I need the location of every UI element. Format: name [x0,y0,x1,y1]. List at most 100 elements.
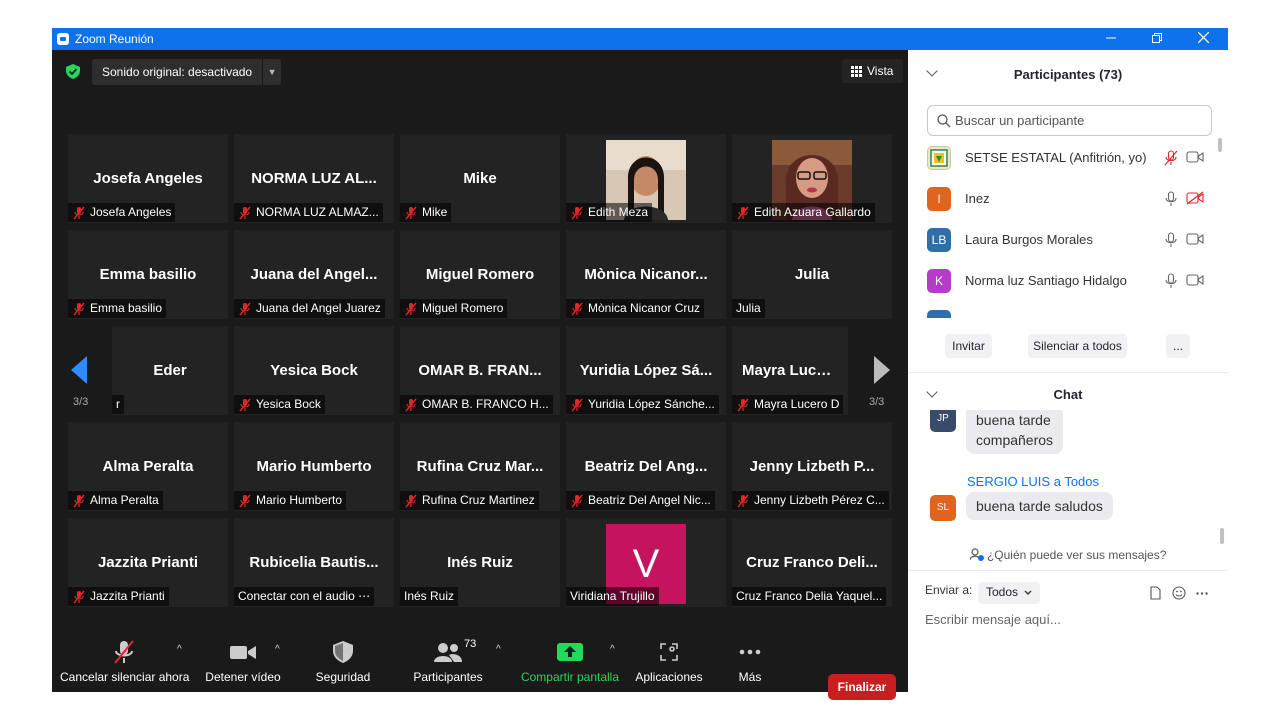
previous-page-arrow-icon[interactable] [71,356,89,384]
microphone-icon[interactable] [1164,273,1178,289]
participant-row[interactable]: SETSE ESTATAL (Anfitrión, yo) [908,138,1218,179]
participant-tile[interactable]: Yuridia López Sá... Yuridia López Sánche.… [566,326,726,415]
participant-display-name: Rufina Cruz Mar... [416,458,544,475]
participant-name-label: Viridiana Trujillo [570,589,655,603]
participant-row[interactable]: K Norma luz Santiago Hidalgo [908,261,1218,302]
view-button[interactable]: Vista [842,59,904,83]
chat-sender[interactable]: SERGIO LUIS [967,474,1050,489]
original-sound-label[interactable]: Sonido original: desactivado [92,59,264,85]
participant-tile[interactable]: V Viridiana Trujillo [566,518,726,607]
emoji-icon[interactable] [1172,586,1186,600]
close-button[interactable] [1180,28,1226,50]
participant-name-tag: Juana del Angel Juarez [234,299,385,318]
chat-scrollbar[interactable] [1220,528,1224,544]
microphone-muted-icon [114,640,134,664]
microphone-icon[interactable] [1164,232,1178,248]
participant-display-name: Mario Humberto [256,458,372,475]
participant-tile[interactable]: Jazzita Prianti Jazzita Prianti [68,518,228,607]
participant-tile[interactable]: Alma Peralta Alma Peralta [68,422,228,511]
participant-tile[interactable]: Rubicelia Bautis... Conectar con el audio… [234,518,394,607]
participant-tile[interactable]: Mayra Lucero Mayra Lucero D [732,326,848,415]
apps-button[interactable]: Aplicaciones [632,634,706,692]
participant-tile[interactable]: Mònica Nicanor... Mònica Nicanor Cruz [566,230,726,319]
minimize-button[interactable] [1088,28,1134,50]
video-camera-icon[interactable] [1186,150,1204,164]
microphone-icon[interactable] [1164,191,1178,207]
meeting-area: Sonido original: desactivado ▼ Vista Jos… [52,50,908,700]
participant-name: Laura Burgos Morales [965,232,1093,247]
participant-tile[interactable]: Edith Azuara Gallardo [732,134,892,223]
participant-tile[interactable]: Jenny Lizbeth P... Jenny Lizbeth Pérez C.… [732,422,892,511]
security-button[interactable]: Seguridad [306,634,380,692]
send-to-value: Todos [986,585,1019,599]
participant-tile[interactable]: Eder r [112,326,228,415]
participant-display-name: Juana del Angel... [250,266,378,283]
chat-message-input[interactable] [925,612,1215,627]
participant-tile[interactable]: Josefa Angeles Josefa Angeles [68,134,228,223]
avatar: LB [927,228,951,252]
participant-tile[interactable]: Juana del Angel... Juana del Angel Juarez [234,230,394,319]
chat-more-icon[interactable] [1196,592,1208,595]
end-meeting-button[interactable]: Finalizar [828,674,896,700]
participant-tile[interactable]: NORMA LUZ AL... NORMA LUZ ALMAZ... [234,134,394,223]
host-logo-icon [927,146,951,170]
participant-tile[interactable]: Beatriz Del Ang... Beatriz Del Angel Nic.… [566,422,726,511]
participant-list-scrollbar[interactable] [1218,138,1222,152]
more-dots-icon [739,649,761,655]
participant-display-name: Mònica Nicanor... [584,266,708,283]
participants-button[interactable]: 73 Participantes [408,634,488,692]
video-camera-icon[interactable] [1186,273,1204,287]
audio-options-caret-icon[interactable]: ^ [177,644,182,655]
participant-search-input[interactable] [955,113,1205,128]
participant-name-tag: Josefa Angeles [68,203,176,222]
participant-display-name: Jazzita Prianti [97,554,199,571]
chevron-down-icon[interactable]: ▼ [263,59,281,85]
participant-search-box[interactable] [927,105,1212,136]
participant-tile[interactable]: Cruz Franco Deli... Cruz Franco Delia Yaq… [732,518,892,607]
participant-tile[interactable]: Rufina Cruz Mar... Rufina Cruz Martinez [400,422,560,511]
participant-name-label: Beatriz Del Angel Nic... [588,493,711,507]
microphone-muted-icon [405,398,417,411]
participant-tile[interactable]: OMAR B. FRAN... OMAR B. FRANCO H... [400,326,560,415]
microphone-muted-icon[interactable] [1164,150,1178,166]
video-camera-icon[interactable] [1186,232,1204,246]
participant-tile[interactable]: Yesica Bock Yesica Bock [234,326,394,415]
participant-display-name: Mike [463,170,497,187]
file-icon[interactable] [1150,586,1161,600]
microphone-muted-icon [73,494,85,507]
participant-tile[interactable]: Julia Julia [732,230,892,319]
participant-tile[interactable]: Inés Ruiz Inés Ruiz [400,518,560,607]
share-screen-button[interactable]: Compartir pantalla [516,634,624,692]
encryption-shield-icon[interactable] [66,64,80,79]
mute-all-button[interactable]: Silenciar a todos [1028,334,1127,358]
restore-button[interactable] [1134,28,1180,50]
unmute-button[interactable]: Cancelar silenciar ahora [60,634,190,692]
participant-display-name: OMAR B. FRAN... [418,362,542,379]
participant-row[interactable]: LB Laura Burgos Morales [908,220,1218,261]
invite-button[interactable]: Invitar [945,334,992,358]
stop-video-button[interactable]: Detener vídeo [200,634,286,692]
more-button[interactable]: Más [730,634,770,692]
participant-name-label: Conectar con el audio ⋯ [238,589,371,603]
share-options-caret-icon[interactable]: ^ [610,644,615,655]
participant-display-name: Emma basilio [99,266,197,283]
security-label: Seguridad [315,670,371,684]
participant-tile[interactable]: Mario Humberto Mario Humberto [234,422,394,511]
participant-tile[interactable]: Mike Mike [400,134,560,223]
participants-options-caret-icon[interactable]: ^ [496,644,501,655]
participant-tile[interactable]: Emma basilio Emma basilio [68,230,228,319]
next-page-arrow-icon[interactable] [872,356,890,384]
participant-tile[interactable]: Miguel Romero Miguel Romero [400,230,560,319]
participant-row[interactable]: I Inez [908,179,1218,220]
video-options-caret-icon[interactable]: ^ [275,644,280,655]
participants-more-button[interactable]: ... [1166,334,1190,358]
participant-display-name: Eder [153,362,187,379]
unmute-label: Cancelar silenciar ahora [60,670,190,684]
participant-display-name: Miguel Romero [425,266,535,283]
who-can-see-messages[interactable]: ¿Quién puede ver sus mensajes? [908,548,1228,562]
video-off-icon[interactable] [1186,191,1204,205]
chat-message-text: buena tarde saludos [976,498,1103,514]
participant-tile[interactable]: Edith Meza [566,134,726,223]
send-to-dropdown[interactable]: Todos [978,582,1041,604]
original-sound-toggle[interactable]: Sonido original: desactivado ▼ [92,59,282,85]
